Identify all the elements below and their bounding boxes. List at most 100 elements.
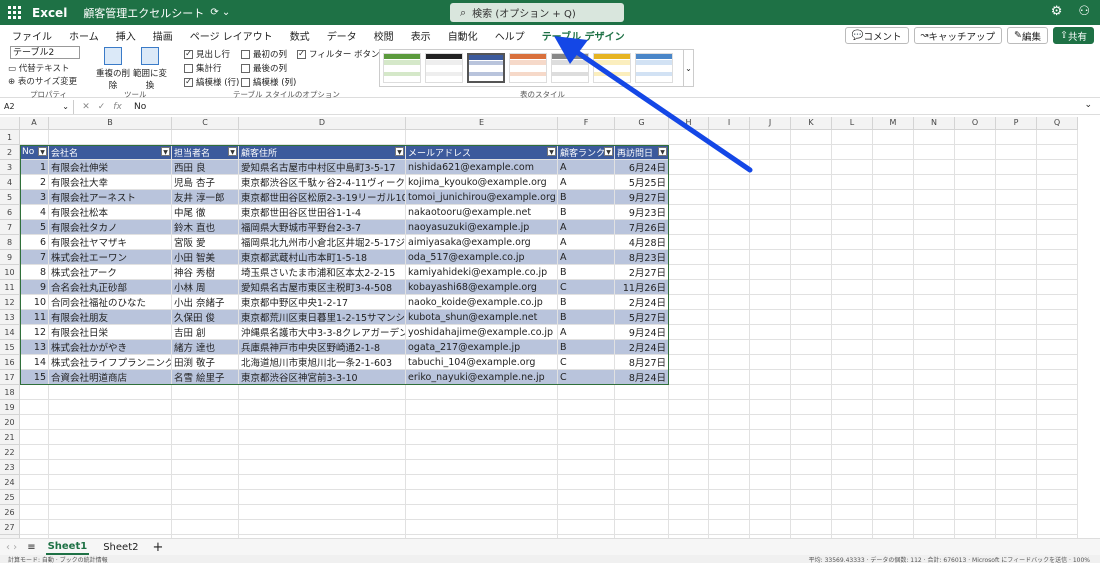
grid-cell[interactable] [750,310,791,325]
grid-cell[interactable] [914,340,955,355]
enter-icon[interactable]: ✓ [98,102,106,112]
grid-cell[interactable] [615,520,669,535]
column-header[interactable]: B [49,117,172,130]
table-cell[interactable]: 緒方 達也 [172,340,239,355]
grid-cell[interactable] [791,295,832,310]
formula-input[interactable]: No [130,102,146,112]
grid-cell[interactable] [49,505,172,520]
table-cell[interactable]: 有限会社大幸 [49,175,172,190]
row-header[interactable]: 16 [0,355,20,370]
table-cell[interactable]: 9月23日 [615,205,669,220]
sheet-tab-sheet1[interactable]: Sheet1 [45,540,90,555]
table-cell[interactable]: 8月27日 [615,355,669,370]
grid-cell[interactable] [20,475,49,490]
table-cell[interactable]: 小林 周 [172,280,239,295]
grid-cell[interactable] [955,355,996,370]
row-header[interactable]: 19 [0,400,20,415]
grid-cell[interactable] [873,205,914,220]
grid-cell[interactable] [669,310,709,325]
app-name[interactable]: Excel [32,6,67,20]
grid-cell[interactable] [172,130,239,145]
grid-cell[interactable] [996,295,1037,310]
grid-cell[interactable] [1037,205,1078,220]
grid-cell[interactable] [791,460,832,475]
grid-cell[interactable] [172,505,239,520]
grid-cell[interactable] [996,490,1037,505]
grid-cell[interactable] [750,505,791,520]
table-cell[interactable]: 4月28日 [615,235,669,250]
account-icon[interactable]: ⚇ [1078,4,1090,19]
grid-cell[interactable] [172,400,239,415]
grid-cell[interactable] [669,490,709,505]
table-cell[interactable]: 7月26日 [615,220,669,235]
grid-cell[interactable] [873,520,914,535]
grid-cell[interactable] [873,475,914,490]
grid-cell[interactable] [914,295,955,310]
grid-cell[interactable] [615,475,669,490]
table-cell[interactable]: 5 [20,220,49,235]
grid-cell[interactable] [873,415,914,430]
grid-cell[interactable] [709,415,750,430]
grid-cell[interactable] [49,400,172,415]
grid-cell[interactable] [669,370,709,385]
grid-cell[interactable] [615,445,669,460]
select-all-corner[interactable] [0,117,20,130]
grid-cell[interactable] [955,295,996,310]
grid-cell[interactable] [873,505,914,520]
grid-cell[interactable] [172,430,239,445]
row-header[interactable]: 17 [0,370,20,385]
grid-cell[interactable] [996,415,1037,430]
grid-cell[interactable] [996,265,1037,280]
grid-cell[interactable] [1037,415,1078,430]
grid-cell[interactable] [750,475,791,490]
grid-cell[interactable] [791,445,832,460]
grid-cell[interactable] [1037,430,1078,445]
grid-cell[interactable] [750,280,791,295]
grid-cell[interactable] [955,505,996,520]
column-header[interactable]: O [955,117,996,130]
grid-cell[interactable] [750,400,791,415]
grid-cell[interactable] [172,475,239,490]
row-header[interactable]: 20 [0,415,20,430]
grid-cell[interactable] [669,460,709,475]
grid-cell[interactable] [955,205,996,220]
table-style-swatch[interactable] [425,53,463,83]
grid-cell[interactable] [791,340,832,355]
grid-cell[interactable] [791,265,832,280]
grid-cell[interactable] [669,445,709,460]
grid-cell[interactable] [406,430,558,445]
table-cell[interactable]: B [558,310,615,325]
table-cell[interactable]: 株式会社かがやき [49,340,172,355]
grid-cell[interactable] [996,190,1037,205]
grid-cell[interactable] [669,415,709,430]
grid-cell[interactable] [996,370,1037,385]
grid-cell[interactable] [20,385,49,400]
column-header[interactable]: N [914,117,955,130]
grid-cell[interactable] [832,430,873,445]
tab-7[interactable]: 校閲 [374,25,394,46]
grid-cell[interactable] [832,175,873,190]
column-header[interactable]: E [406,117,558,130]
grid-cell[interactable] [873,430,914,445]
grid-cell[interactable] [914,445,955,460]
grid-cell[interactable] [914,505,955,520]
table-cell[interactable]: C [558,370,615,385]
grid-cell[interactable] [20,445,49,460]
grid-cell[interactable] [914,415,955,430]
table-cell[interactable]: 名雪 絵里子 [172,370,239,385]
grid-cell[interactable] [873,490,914,505]
grid-cell[interactable] [709,505,750,520]
table-header-cell[interactable]: 顧客住所 ▼ [239,145,406,160]
grid-cell[interactable] [791,490,832,505]
table-cell[interactable]: C [558,355,615,370]
grid-cell[interactable] [406,520,558,535]
table-cell[interactable]: yoshidahajime@example.co.jp [406,325,558,340]
grid-cell[interactable] [873,445,914,460]
last-column-checkbox[interactable]: 最後の列 [241,62,287,74]
row-header[interactable]: 9 [0,250,20,265]
grid-cell[interactable] [914,430,955,445]
table-name-input[interactable]: テーブル2 [10,46,80,59]
table-cell[interactable]: 福岡県大野城市平野台2-3-7 [239,220,406,235]
row-header[interactable]: 23 [0,460,20,475]
grid-cell[interactable] [709,205,750,220]
